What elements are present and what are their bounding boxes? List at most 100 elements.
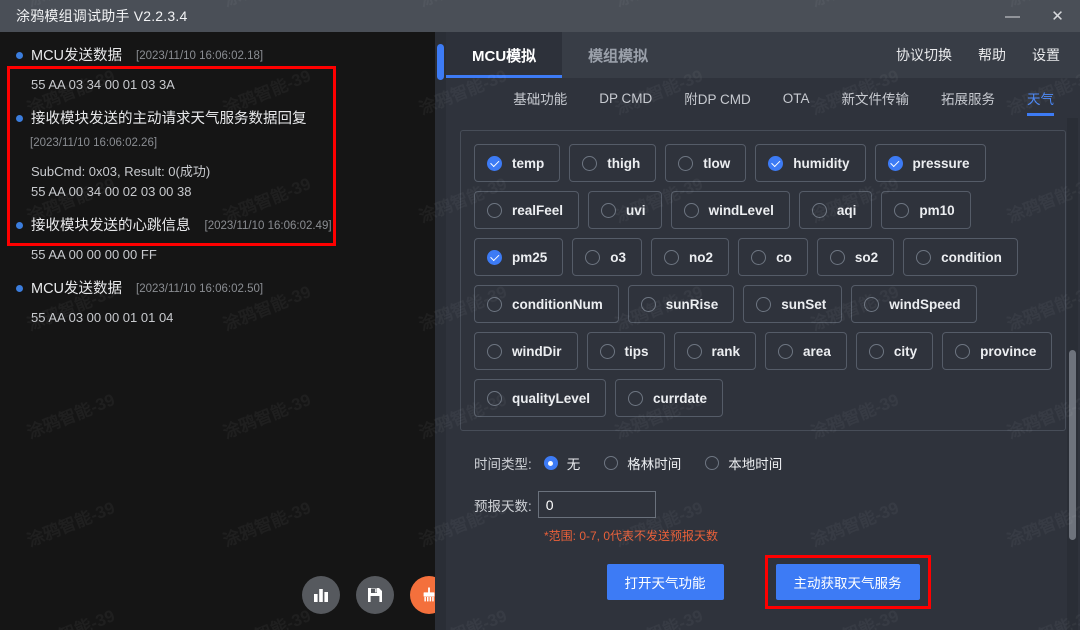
- weather-option-qualityLevel[interactable]: qualityLevel: [474, 379, 607, 417]
- menu-protocol-switch[interactable]: 协议切换: [896, 45, 952, 65]
- circle-icon: [640, 296, 656, 312]
- weather-option-area[interactable]: area: [765, 332, 847, 370]
- log-entry[interactable]: 接收模块发送的心跳信息 [2023/11/10 16:06:02.49] 55 AA…: [0, 210, 446, 273]
- log-list[interactable]: MCU发送数据 [2023/11/10 16:06:02.18] 55 AA 03 …: [0, 32, 446, 592]
- time-type-option-2[interactable]: 本地时间: [705, 453, 782, 473]
- circle-icon: [678, 155, 694, 171]
- title-bar: 涂鸦模组调试助手 V2.2.3.4 — ✕: [0, 0, 1080, 32]
- weather-option-windDir[interactable]: windDir: [474, 332, 578, 370]
- checkmark-icon: [487, 155, 502, 171]
- weather-option-pm25[interactable]: pm25: [474, 238, 564, 276]
- weather-option-currdate[interactable]: currdate: [615, 379, 724, 417]
- log-entry-title: MCU发送数据: [31, 281, 123, 297]
- subtab-label: 附DP CMD: [684, 92, 751, 107]
- tab-mcu-simulation[interactable]: MCU模拟: [446, 32, 563, 78]
- chart-icon[interactable]: [302, 576, 340, 614]
- time-type-option-1[interactable]: 格林时间: [604, 453, 681, 473]
- weather-option-label: no2: [689, 249, 714, 265]
- log-entry-body: SubCmd: 0x03, Result: 0(成功) 55 AA 00 34 0…: [31, 162, 432, 202]
- weather-option-realFeel[interactable]: realFeel: [474, 191, 580, 229]
- circle-icon: [683, 202, 699, 218]
- weather-option-tips[interactable]: tips: [586, 332, 665, 370]
- weather-option-label: pm10: [919, 202, 955, 218]
- subtab-label: 基础功能: [513, 92, 568, 107]
- weather-option-no2[interactable]: no2: [651, 238, 730, 276]
- time-type-option-label: 格林时间: [627, 457, 682, 472]
- tab-module-simulation-label: 模组模拟: [588, 47, 649, 65]
- open-weather-button[interactable]: 打开天气功能: [606, 564, 724, 600]
- weather-option-label: area: [803, 343, 831, 359]
- weather-option-label: windLevel: [708, 202, 774, 218]
- checkmark-icon: [487, 249, 502, 265]
- radio-icon: [543, 456, 558, 470]
- subtab-label: DP CMD: [599, 90, 653, 106]
- weather-option-province[interactable]: province: [942, 332, 1053, 370]
- log-entry-line: 55 AA 00 00 00 00 FF: [31, 247, 157, 262]
- log-scrollbar-track[interactable]: [435, 32, 446, 630]
- weather-option-label: thigh: [607, 155, 641, 171]
- weather-option-sunRise[interactable]: sunRise: [627, 285, 735, 323]
- content-scrollbar-thumb[interactable]: [1069, 350, 1076, 540]
- weather-options-grid: temp thigh tlow humidity pressure realFeel uvi…: [474, 144, 1053, 417]
- save-icon[interactable]: [356, 576, 394, 614]
- circle-icon: [487, 296, 502, 312]
- weather-option-label: sunRise: [665, 296, 719, 312]
- log-entry-title: MCU发送数据: [31, 48, 123, 64]
- weather-option-conditionNum[interactable]: conditionNum: [474, 285, 619, 323]
- weather-option-sunSet[interactable]: sunSet: [743, 285, 843, 323]
- weather-option-uvi[interactable]: uvi: [588, 191, 662, 229]
- weather-option-city[interactable]: city: [855, 332, 934, 370]
- weather-option-label: sunSet: [781, 296, 827, 312]
- weather-option-o3[interactable]: o3: [572, 238, 643, 276]
- subtab-0[interactable]: 基础功能: [497, 78, 583, 118]
- log-entry-timestamp: [2023/11/10 16:06:02.50]: [136, 283, 264, 295]
- log-scrollbar-thumb[interactable]: [437, 44, 444, 80]
- weather-option-humidity[interactable]: humidity: [755, 144, 866, 182]
- weather-option-label: o3: [610, 249, 627, 265]
- subtab-4[interactable]: 新文件传输: [826, 78, 926, 118]
- subtab-1[interactable]: DP CMD: [583, 78, 668, 118]
- main-panel: MCU模拟 模组模拟 协议切换 帮助 设置 基础功能 DP CMD 附DP CMD O…: [446, 32, 1080, 630]
- log-entry-timestamp: [2023/11/10 16:06:02.49]: [204, 220, 332, 232]
- weather-option-temp[interactable]: temp: [474, 144, 561, 182]
- tab-module-simulation[interactable]: 模组模拟: [562, 32, 674, 78]
- log-entry[interactable]: 接收模块发送的主动请求天气服务数据回复 [2023/11/10 16:06:02.…: [0, 103, 446, 210]
- bullet-icon: [16, 222, 23, 229]
- weather-option-co[interactable]: co: [738, 238, 808, 276]
- weather-option-tlow[interactable]: tlow: [665, 144, 747, 182]
- bullet-icon: [16, 52, 23, 59]
- log-entry[interactable]: MCU发送数据 [2023/11/10 16:06:02.50] 55 AA 03 …: [0, 273, 446, 336]
- close-icon[interactable]: ✕: [1035, 0, 1080, 32]
- circle-icon: [811, 202, 827, 218]
- menu-help[interactable]: 帮助: [978, 45, 1006, 65]
- weather-option-so2[interactable]: so2: [816, 238, 895, 276]
- log-entry-line: SubCmd: 0x03, Result: 0(成功): [31, 164, 211, 179]
- time-type-option-0[interactable]: 无: [543, 453, 581, 473]
- weather-option-condition[interactable]: condition: [903, 238, 1018, 276]
- weather-option-label: condition: [941, 249, 1002, 265]
- log-entry[interactable]: MCU发送数据 [2023/11/10 16:06:02.18] 55 AA 03 …: [0, 40, 446, 103]
- weather-option-label: tlow: [703, 155, 731, 171]
- weather-option-thigh[interactable]: thigh: [569, 144, 657, 182]
- weather-option-pm10[interactable]: pm10: [881, 191, 971, 229]
- weather-option-pressure[interactable]: pressure: [874, 144, 986, 182]
- log-entry-timestamp: [2023/11/10 16:06:02.26]: [30, 137, 158, 149]
- weather-option-windSpeed[interactable]: windSpeed: [851, 285, 977, 323]
- subtab-6[interactable]: 天气: [1011, 78, 1070, 118]
- time-type-row: 时间类型: 无 格林时间 本地时间: [474, 453, 1066, 473]
- fetch-weather-button[interactable]: 主动获取天气服务: [775, 564, 920, 600]
- weather-option-windLevel[interactable]: windLevel: [670, 191, 790, 229]
- subtab-2[interactable]: 附DP CMD: [668, 78, 767, 118]
- weather-option-aqi[interactable]: aqi: [798, 191, 873, 229]
- subtab-3[interactable]: OTA: [767, 78, 826, 118]
- log-entry-line: 55 AA 00 34 00 02 03 00 38: [31, 184, 192, 199]
- weather-option-label: pressure: [912, 155, 970, 171]
- menu-settings[interactable]: 设置: [1032, 45, 1060, 65]
- minimize-icon[interactable]: —: [990, 0, 1035, 32]
- weather-option-rank[interactable]: rank: [673, 332, 757, 370]
- time-type-option-label: 无: [566, 457, 581, 472]
- weather-content: temp thigh tlow humidity pressure realFeel uvi…: [446, 118, 1080, 630]
- forecast-days-input[interactable]: [537, 491, 656, 518]
- subtab-5[interactable]: 拓展服务: [925, 78, 1011, 118]
- circle-icon: [955, 343, 971, 359]
